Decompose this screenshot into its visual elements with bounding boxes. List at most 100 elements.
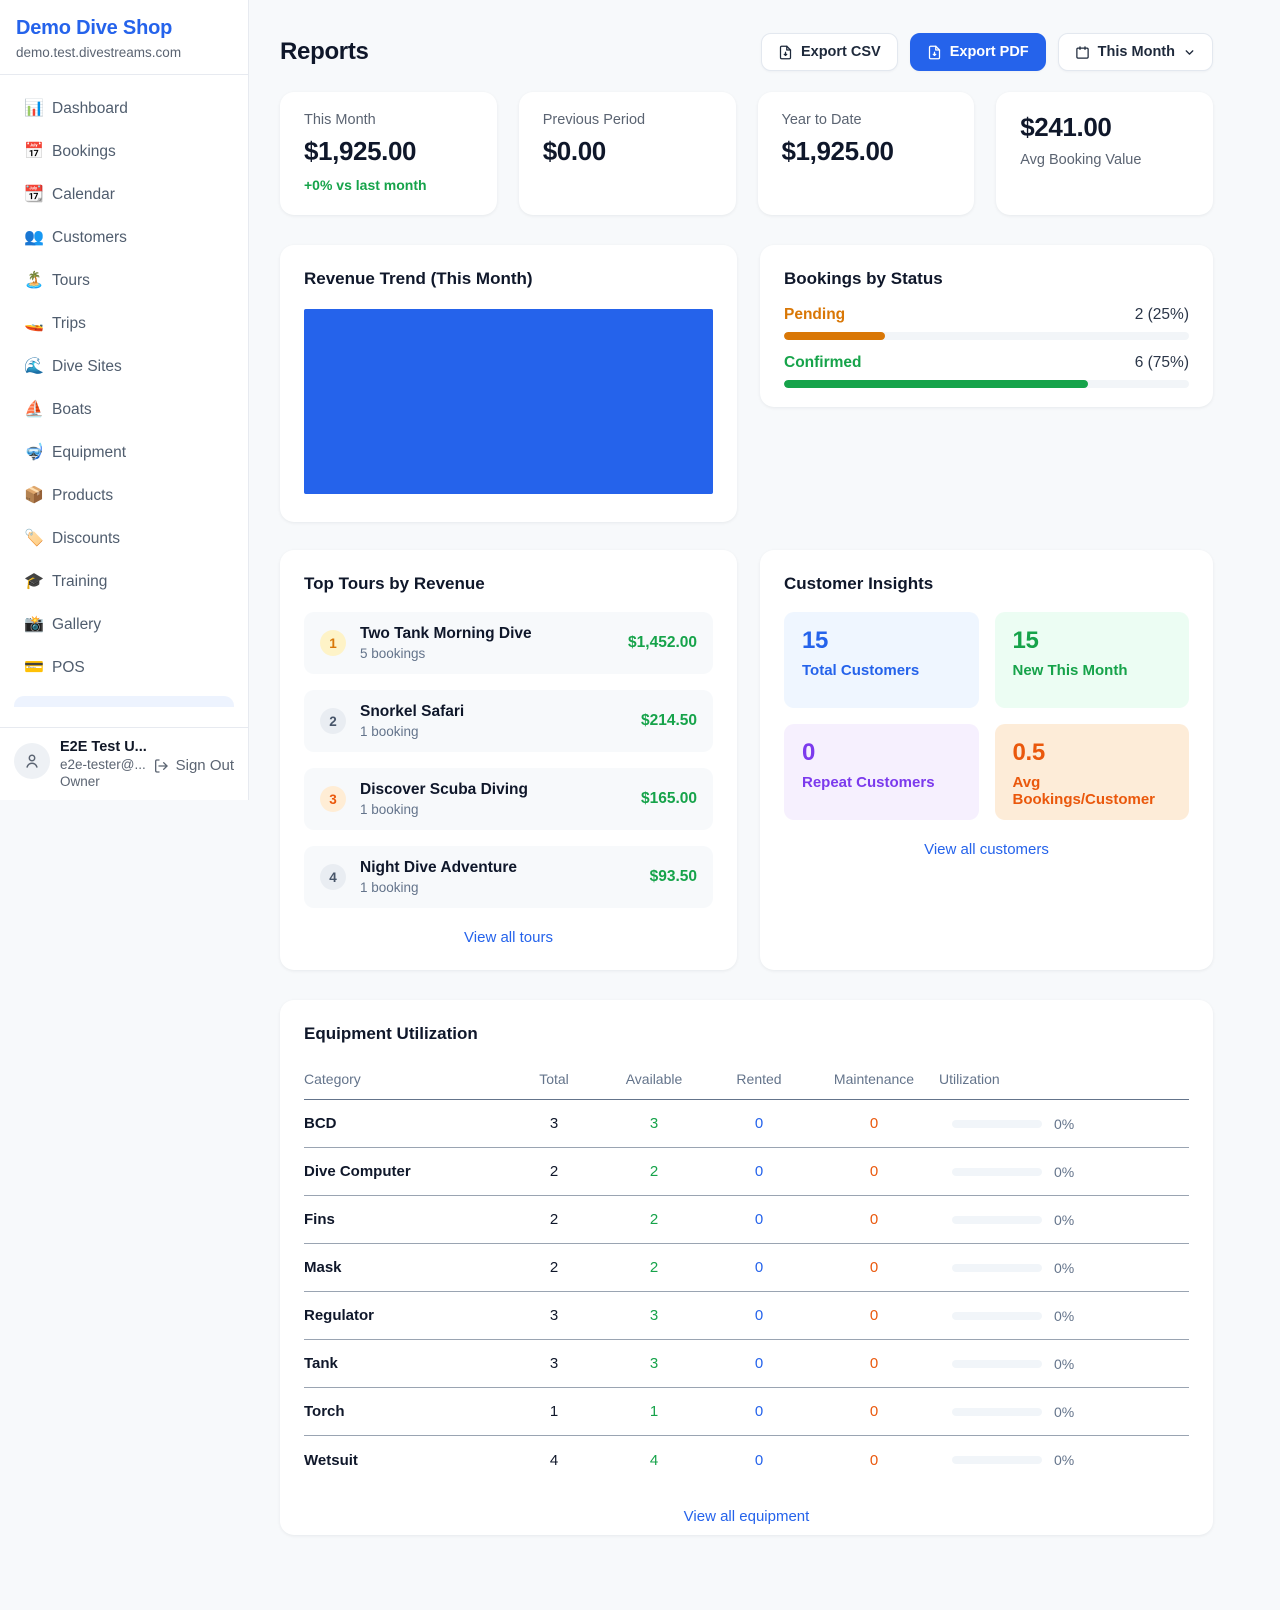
sidebar-item-discounts[interactable]: 🏷️Discounts (14, 517, 234, 560)
insight-value: 0.5 (1013, 739, 1172, 767)
utilization-bar-track (952, 1312, 1042, 1320)
revenue-trend-card: Revenue Trend (This Month) (280, 245, 737, 522)
stat-delta: +0% vs last month (304, 177, 473, 193)
pos-icon: 💳 (24, 660, 52, 676)
sidebar-item-gallery[interactable]: 📸Gallery (14, 603, 234, 646)
sidebar-item-dive-sites[interactable]: 🌊Dive Sites (14, 345, 234, 388)
tour-rank-badge: 3 (320, 786, 346, 812)
equipment-utilization: 0% (939, 1164, 1189, 1180)
top-tours-card: Top Tours by Revenue 1Two Tank Morning D… (280, 550, 737, 970)
sign-out-button[interactable]: Sign Out (153, 757, 234, 774)
stat-label: Previous Period (543, 112, 712, 128)
equipment-utilization-card: Equipment Utilization CategoryTotalAvail… (280, 1000, 1213, 1535)
sidebar-item-trips[interactable]: 🚤Trips (14, 302, 234, 345)
insight-tile-avg-bookings-customer: 0.5 Avg Bookings/Customer (995, 724, 1190, 820)
tour-row[interactable]: 1 Two Tank Morning Dive5 bookings $1,452.0… (304, 612, 713, 674)
equipment-col-utilization: Utilization (939, 1071, 1189, 1087)
equipment-utilization: 0% (939, 1452, 1189, 1468)
equipment-category: Fins (304, 1211, 509, 1228)
utilization-bar-track (952, 1216, 1042, 1224)
utilization-percent: 0% (1054, 1116, 1074, 1132)
sidebar-item-tours[interactable]: 🏝️Tours (14, 259, 234, 302)
tour-info: Night Dive Adventure1 booking (360, 859, 517, 895)
sidebar-item-calendar[interactable]: 📆Calendar (14, 173, 234, 216)
gallery-icon: 📸 (24, 617, 52, 633)
export-csv-button[interactable]: Export CSV (761, 33, 898, 71)
equipment-row-bcd: BCD33000% (304, 1100, 1189, 1148)
sidebar-item-label: Boats (52, 401, 92, 419)
tour-amount: $1,452.00 (628, 634, 697, 652)
equipment-col-maintenance: Maintenance (809, 1071, 939, 1087)
utilization-percent: 0% (1054, 1356, 1074, 1372)
tour-row[interactable]: 2Snorkel Safari1 booking$214.50 (304, 690, 713, 752)
sidebar-item-customers[interactable]: 👥Customers (14, 216, 234, 259)
tour-info: Two Tank Morning Dive5 bookings (360, 625, 532, 661)
insight-tile-repeat-customers: 0 Repeat Customers (784, 724, 979, 820)
brand-block: Demo Dive Shop demo.test.divestreams.com (0, 0, 248, 75)
lists-row: Top Tours by Revenue 1Two Tank Morning D… (280, 550, 1213, 970)
equipment-available: 3 (599, 1355, 709, 1372)
utilization-bar-track (952, 1120, 1042, 1128)
utilization-bar-track (952, 1264, 1042, 1272)
export-pdf-button[interactable]: Export PDF (910, 33, 1046, 71)
export-pdf-label: Export PDF (950, 44, 1029, 60)
sidebar-item-label: Customers (52, 229, 127, 247)
insight-value: 0 (802, 739, 961, 767)
equipment-category: Dive Computer (304, 1163, 509, 1180)
equipment-total: 3 (509, 1355, 599, 1372)
equipment-utilization: 0% (939, 1260, 1189, 1276)
brand-title: Demo Dive Shop (16, 17, 232, 40)
period-dropdown[interactable]: This Month (1058, 33, 1213, 71)
sidebar-item-bookings[interactable]: 📅Bookings (14, 130, 234, 173)
tour-rank-badge: 1 (320, 630, 346, 656)
stat-card-3: Year to Date$1,925.00 (758, 92, 975, 215)
sidebar-item-label: POS (52, 659, 85, 677)
products-icon: 📦 (24, 488, 52, 504)
tour-amount: $214.50 (641, 712, 697, 730)
status-row-pending: Pending2 (25%) (784, 306, 1189, 340)
sidebar-item-training[interactable]: 🎓Training (14, 560, 234, 603)
sidebar-item-reports-active-partial[interactable] (14, 696, 234, 707)
sidebar-item-dashboard[interactable]: 📊Dashboard (14, 87, 234, 130)
equipment-rented: 0 (709, 1211, 809, 1228)
equipment-total: 3 (509, 1307, 599, 1324)
user-name: E2E Test U... (60, 739, 143, 755)
dashboard-icon: 📊 (24, 101, 52, 117)
equipment-maintenance: 0 (809, 1452, 939, 1469)
insight-label: Repeat Customers (802, 774, 961, 791)
equipment-total: 4 (509, 1452, 599, 1469)
stat-label: Avg Booking Value (1020, 152, 1189, 168)
equipment-table: CategoryTotalAvailableRentedMaintenanceU… (304, 1058, 1189, 1484)
view-all-equipment-link[interactable]: View all equipment (304, 1508, 1189, 1525)
tour-row[interactable]: 4Night Dive Adventure1 booking$93.50 (304, 846, 713, 908)
sidebar-item-products[interactable]: 📦Products (14, 474, 234, 517)
dive-sites-icon: 🌊 (24, 359, 52, 375)
boats-icon: ⛵ (24, 402, 52, 418)
utilization-bar-track (952, 1168, 1042, 1176)
stat-cards: This Month$1,925.00+0% vs last monthPrev… (280, 92, 1213, 215)
file-download-icon (927, 45, 942, 60)
view-all-customers-link[interactable]: View all customers (784, 841, 1189, 858)
sidebar-item-equipment[interactable]: 🤿Equipment (14, 431, 234, 474)
equipment-row-wetsuit: Wetsuit44000% (304, 1436, 1189, 1484)
sidebar-item-label: Tours (52, 272, 90, 290)
sign-out-label: Sign Out (176, 757, 234, 774)
sidebar-item-pos[interactable]: 💳POS (14, 646, 234, 689)
equipment-col-total: Total (509, 1071, 599, 1087)
stat-value: $0.00 (543, 136, 712, 167)
sidebar-item-label: Discounts (52, 530, 120, 548)
insight-label: Avg Bookings/Customer (1013, 774, 1172, 808)
sidebar: Demo Dive Shop demo.test.divestreams.com… (0, 0, 249, 800)
tour-row[interactable]: 3Discover Scuba Diving1 booking$165.00 (304, 768, 713, 830)
sidebar-item-label: Training (52, 573, 107, 591)
utilization-bar-track (952, 1456, 1042, 1464)
equipment-available: 1 (599, 1403, 709, 1420)
calendar-icon (1075, 45, 1090, 60)
equipment-rented: 0 (709, 1115, 809, 1132)
view-all-tours-link[interactable]: View all tours (304, 929, 713, 946)
sidebar-item-boats[interactable]: ⛵Boats (14, 388, 234, 431)
equipment-rented: 0 (709, 1259, 809, 1276)
tour-list: 1 Two Tank Morning Dive5 bookings $1,452.0… (304, 612, 713, 908)
equipment-maintenance: 0 (809, 1163, 939, 1180)
utilization-percent: 0% (1054, 1452, 1074, 1468)
